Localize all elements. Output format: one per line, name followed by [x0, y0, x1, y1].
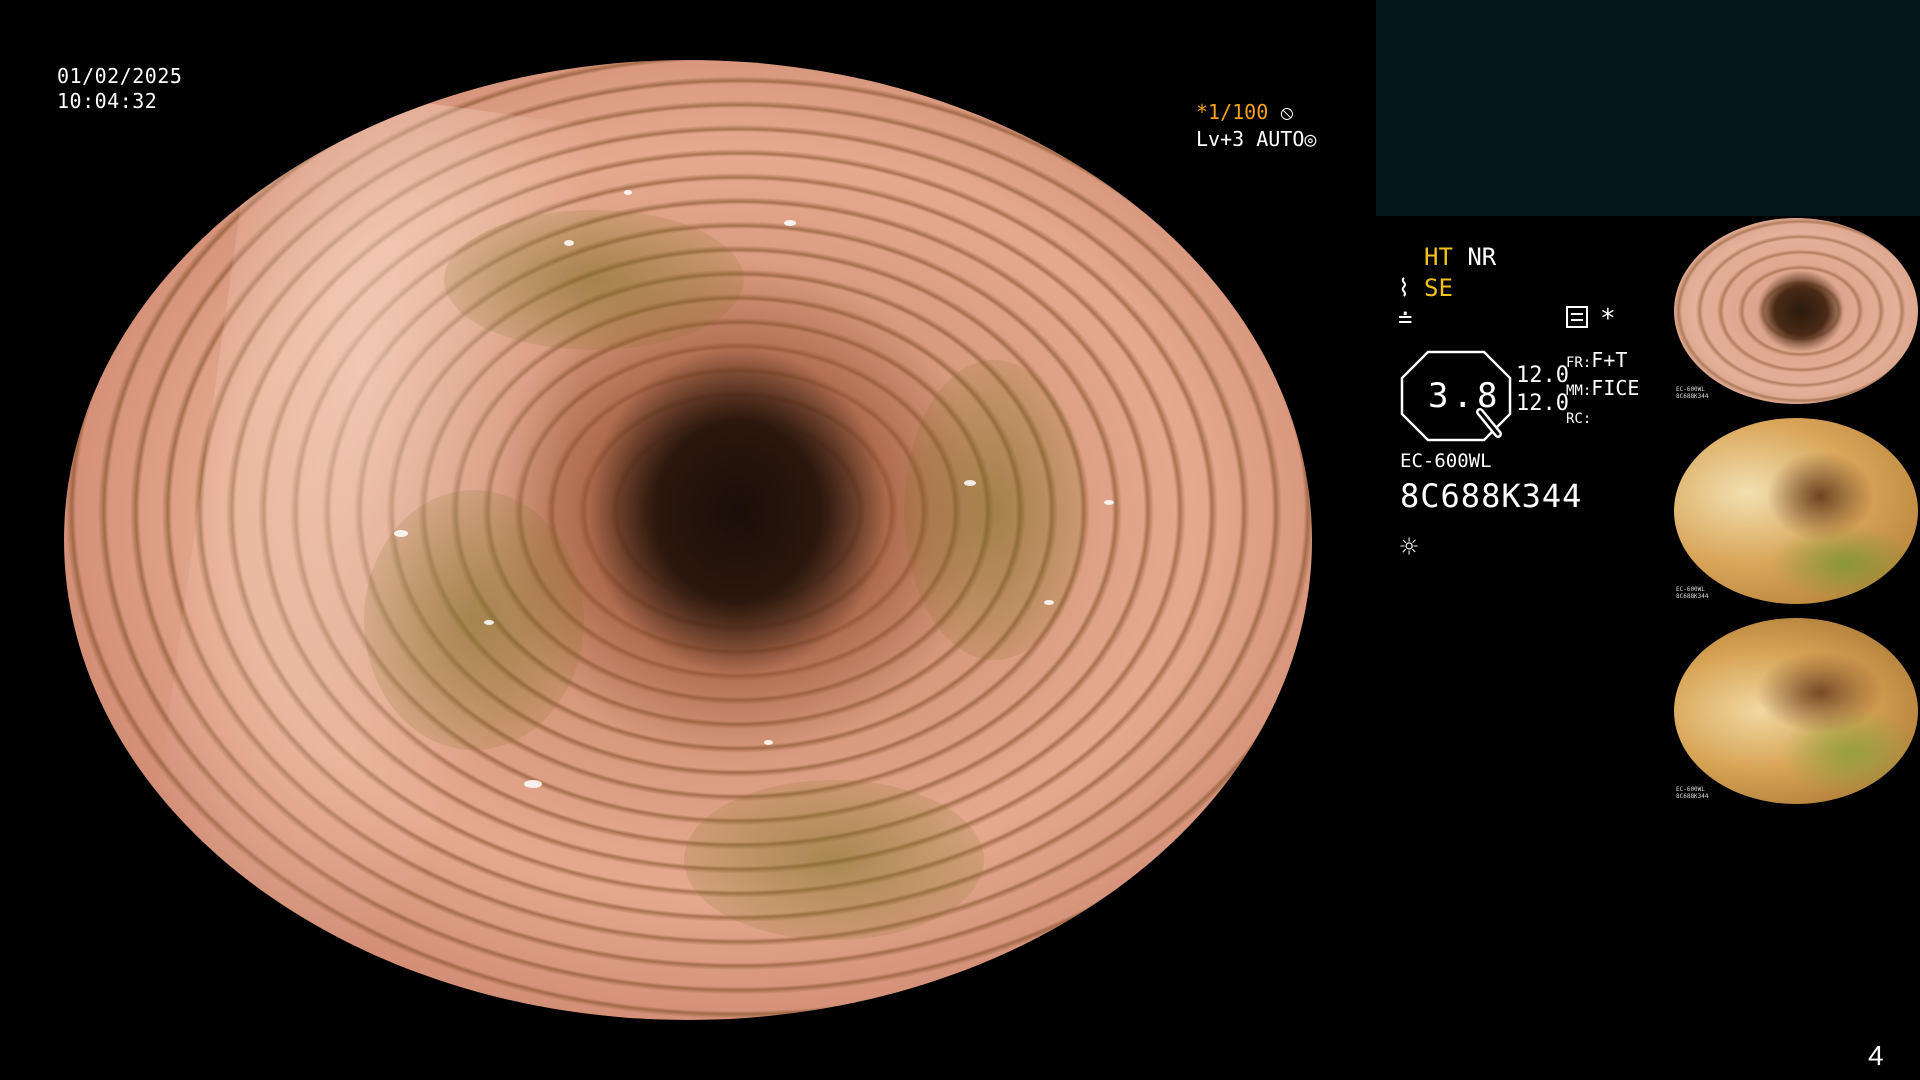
- specular-glare: [1104, 500, 1114, 505]
- sun-icon: ☼: [1400, 530, 1419, 565]
- page-number: 4: [1868, 1040, 1884, 1071]
- endoscope-main-view: [64, 60, 1312, 1020]
- fr-label: FR:: [1566, 355, 1592, 371]
- value-a1: 12.0: [1516, 363, 1569, 388]
- scope-serial: 8C688K344: [1400, 477, 1583, 515]
- captured-thumbnail[interactable]: EC-600WL 8C688K344: [1672, 616, 1920, 806]
- aperture-values: 12.0 12.0: [1516, 363, 1569, 418]
- star-indicator: *: [1600, 304, 1616, 334]
- fr-value: F+T: [1591, 348, 1628, 372]
- fish-icon: ⌇: [1398, 274, 1410, 302]
- thumbnail-serial: 8C688K344: [1676, 593, 1709, 600]
- thumbnail-model: EC-600WL: [1676, 786, 1705, 793]
- value-a2: 12.0: [1516, 391, 1569, 416]
- specular-glare: [764, 740, 773, 745]
- captured-thumbnail[interactable]: EC-600WL 8C688K344: [1672, 216, 1920, 406]
- scope-model: EC-600WL: [1400, 450, 1492, 472]
- thumbnail-serial: 8C688K344: [1676, 393, 1709, 400]
- thumbnail-model: EC-600WL: [1676, 386, 1705, 393]
- mode-parameters: FR:F+T MM:FICE RC:: [1566, 348, 1639, 432]
- exposure-level: Lv+3: [1196, 127, 1245, 151]
- date-text: 01/02/2025: [57, 64, 183, 88]
- shutter-prefix: *: [1196, 100, 1209, 124]
- lightning-icon: ≐: [1398, 305, 1413, 333]
- bile-stain: [444, 210, 744, 350]
- thumbnail-image: [1674, 418, 1918, 604]
- aperture-icon: ⦸: [1280, 100, 1294, 124]
- se-indicator: SE: [1424, 274, 1453, 302]
- shutter-speed: 1/100: [1208, 100, 1269, 124]
- thumbnail-serial: 8C688K344: [1676, 793, 1709, 800]
- processor-status: HT NR ⌇ SE ≐: [1398, 242, 1496, 335]
- thumbnail-image: [1674, 218, 1918, 404]
- ht-indicator: HT: [1424, 243, 1453, 271]
- menu-box-icon: [1566, 306, 1588, 328]
- bile-stain: [684, 780, 984, 940]
- specular-glare: [394, 530, 408, 537]
- mm-label: MM:: [1566, 383, 1592, 399]
- mm-value: FICE: [1591, 376, 1640, 400]
- specular-glare: [1044, 600, 1054, 605]
- thumbnail-image: [1674, 618, 1918, 804]
- specular-glare: [484, 620, 494, 625]
- rc-label: RC:: [1566, 411, 1592, 427]
- bile-stain: [904, 360, 1084, 660]
- time-text: 10:04:32: [57, 89, 158, 113]
- specular-glare: [624, 190, 632, 195]
- specular-glare: [524, 780, 542, 788]
- specular-glare: [564, 240, 574, 246]
- iris-icon: ◎: [1304, 127, 1317, 151]
- exposure-mode: AUTO: [1256, 127, 1305, 151]
- zoom-value: 3.8: [1428, 376, 1502, 416]
- thumbnail-model: EC-600WL: [1676, 586, 1705, 593]
- specular-glare: [784, 220, 796, 226]
- captured-thumbnail[interactable]: EC-600WL 8C688K344: [1672, 416, 1920, 606]
- specular-glare: [964, 480, 976, 486]
- nr-indicator: NR: [1467, 243, 1497, 271]
- bile-stain: [364, 490, 584, 750]
- reference-image-panel: [1376, 0, 1920, 216]
- date-time-readout: 01/02/2025 10:04:32: [57, 64, 182, 114]
